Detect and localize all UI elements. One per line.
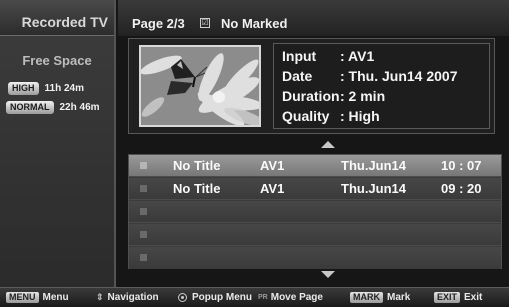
menu-hint-label: Menu xyxy=(42,292,69,303)
recording-row-empty xyxy=(129,247,501,269)
scroll-up-arrow-icon[interactable] xyxy=(321,141,335,148)
recording-date: Thu.Jun14 xyxy=(341,181,407,196)
exit-hint-label: Exit xyxy=(464,292,483,303)
detail-quality-key: Quality xyxy=(282,108,330,124)
marked-status: No Marked xyxy=(221,16,288,31)
free-space-high-row: HIGH 11h 24m xyxy=(8,81,84,95)
recording-row-empty xyxy=(129,224,501,246)
key-guide-footer: MENU Menu ⇕ Navigation Popup Menu PR Mov… xyxy=(0,287,509,307)
recording-details: Input : AV1 Date : Thu. Jun14 2007 Durat… xyxy=(273,43,490,129)
sidebar-title: Recorded TV xyxy=(0,0,114,36)
popup-menu-hint-label: Popup Menu xyxy=(192,292,252,303)
recording-row-empty xyxy=(129,201,501,223)
detail-duration-row: Duration : 2 min xyxy=(282,88,385,104)
quality-badge-normal: NORMAL xyxy=(6,100,54,114)
row-checkbox xyxy=(140,254,147,261)
recording-row-1[interactable]: No Title AV1 Thu.Jun14 10 : 07 xyxy=(129,155,501,177)
recording-time: 10 : 07 xyxy=(441,158,482,173)
list-header: Page 2/3 ☑ No Marked xyxy=(118,0,509,36)
recording-info-panel: Input : AV1 Date : Thu. Jun14 2007 Durat… xyxy=(128,38,495,134)
recording-row-2[interactable]: No Title AV1 Thu.Jun14 09 : 20 xyxy=(129,178,501,200)
recording-time: 09 : 20 xyxy=(441,181,482,196)
recording-date: Thu.Jun14 xyxy=(341,158,407,173)
menu-key: MENU xyxy=(6,292,39,303)
mark-checkbox-icon: ☑ xyxy=(200,18,210,28)
free-space-high-value: 11h 24m xyxy=(44,82,84,94)
pr-rocker-icon: PR xyxy=(258,294,268,301)
recording-title: No Title xyxy=(173,181,221,196)
detail-date-key: Date xyxy=(282,68,313,84)
sidebar: Recorded TV Free Space HIGH 11h 24m NORM… xyxy=(0,0,116,287)
move-page-hint-label: Move Page xyxy=(270,292,323,303)
free-space-label: Free Space xyxy=(22,53,92,68)
navigation-arrows-icon: ⇕ xyxy=(96,292,104,302)
exit-hint[interactable]: EXIT Exit xyxy=(434,292,482,303)
page-indicator: Page 2/3 xyxy=(132,16,185,31)
row-checkbox[interactable] xyxy=(140,162,147,169)
mark-hint[interactable]: MARK Mark xyxy=(350,292,410,303)
quality-badge-high: HIGH xyxy=(8,81,39,95)
move-page-hint[interactable]: PR Move Page xyxy=(258,292,323,303)
free-space-normal-value: 22h 46m xyxy=(59,101,100,113)
row-checkbox xyxy=(140,231,147,238)
recording-thumbnail xyxy=(139,45,261,127)
recording-list: No Title AV1 Thu.Jun14 10 : 07 No Title … xyxy=(128,154,502,269)
detail-quality-value: : High xyxy=(340,108,380,124)
free-space-normal-row: NORMAL 22h 46m xyxy=(6,100,100,114)
row-checkbox xyxy=(140,208,147,215)
menu-hint[interactable]: MENU Menu xyxy=(6,292,69,303)
recording-title: No Title xyxy=(173,158,221,173)
recorded-tv-screen: Recorded TV Free Space HIGH 11h 24m NORM… xyxy=(0,0,509,307)
detail-input-key: Input xyxy=(282,48,317,64)
mark-key: MARK xyxy=(350,292,383,303)
detail-date-row: Date : Thu. Jun14 2007 xyxy=(282,68,457,84)
detail-quality-row: Quality : High xyxy=(282,108,380,124)
mark-hint-label: Mark xyxy=(387,292,411,303)
recording-source: AV1 xyxy=(260,158,285,173)
scroll-down-arrow-icon[interactable] xyxy=(321,271,335,278)
navigation-hint: ⇕ Navigation xyxy=(96,292,159,303)
detail-input-value: : AV1 xyxy=(340,48,375,64)
exit-key: EXIT xyxy=(434,292,461,303)
recording-source: AV1 xyxy=(260,181,285,196)
row-checkbox[interactable] xyxy=(140,185,147,192)
detail-duration-key: Duration xyxy=(282,88,340,104)
detail-input-row: Input : AV1 xyxy=(282,48,374,64)
detail-duration-value: : 2 min xyxy=(340,88,386,104)
popup-menu-hint[interactable]: Popup Menu xyxy=(178,292,252,303)
detail-date-value: : Thu. Jun14 2007 xyxy=(340,68,458,84)
ok-button-icon xyxy=(178,293,187,302)
butterfly-image xyxy=(141,47,259,125)
navigation-hint-label: Navigation xyxy=(107,292,159,303)
